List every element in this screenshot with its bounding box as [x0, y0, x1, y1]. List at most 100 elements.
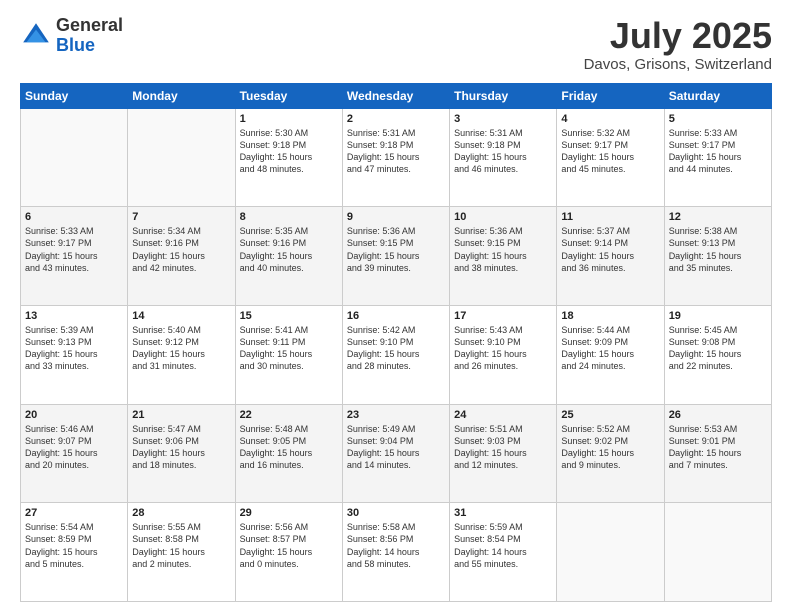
calendar-cell: 1 Sunrise: 5:30 AM Sunset: 9:18 PM Daylig… [235, 108, 342, 207]
logo: General Blue [20, 16, 123, 56]
calendar-cell: 15 Sunrise: 5:41 AM Sunset: 9:11 PM Dayli… [235, 305, 342, 404]
calendar-cell [557, 503, 664, 602]
day-number: 30 [347, 507, 445, 519]
calendar-cell: 2 Sunrise: 5:31 AM Sunset: 9:18 PM Daylig… [342, 108, 449, 207]
day-number: 22 [240, 409, 338, 421]
day-info: Sunrise: 5:44 AM Sunset: 9:09 PM Dayligh… [561, 324, 659, 373]
calendar-cell: 25 Sunrise: 5:52 AM Sunset: 9:02 PM Dayli… [557, 404, 664, 503]
calendar-cell [664, 503, 771, 602]
calendar-cell: 5 Sunrise: 5:33 AM Sunset: 9:17 PM Daylig… [664, 108, 771, 207]
week-row-2: 6 Sunrise: 5:33 AM Sunset: 9:17 PM Daylig… [21, 207, 772, 306]
day-info: Sunrise: 5:36 AM Sunset: 9:15 PM Dayligh… [454, 225, 552, 274]
header-row: SundayMondayTuesdayWednesdayThursdayFrid… [21, 83, 772, 108]
col-header-monday: Monday [128, 83, 235, 108]
col-header-saturday: Saturday [664, 83, 771, 108]
day-number: 31 [454, 507, 552, 519]
day-number: 29 [240, 507, 338, 519]
calendar-cell: 17Sunrise: 5:43 AM Sunset: 9:10 PM Dayli… [450, 305, 557, 404]
day-info: Sunrise: 5:31 AM Sunset: 9:18 PM Dayligh… [347, 127, 445, 176]
day-info: Sunrise: 5:56 AM Sunset: 8:57 PM Dayligh… [240, 521, 338, 570]
logo-general: General [56, 16, 123, 36]
day-number: 9 [347, 211, 445, 223]
day-info: Sunrise: 5:43 AM Sunset: 9:10 PM Dayligh… [454, 324, 552, 373]
day-number: 25 [561, 409, 659, 421]
calendar-cell: 6 Sunrise: 5:33 AM Sunset: 9:17 PM Daylig… [21, 207, 128, 306]
day-info: Sunrise: 5:45 AM Sunset: 9:08 PM Dayligh… [669, 324, 767, 373]
col-header-wednesday: Wednesday [342, 83, 449, 108]
logo-icon [20, 20, 52, 52]
calendar-cell: 8 Sunrise: 5:35 AM Sunset: 9:16 PM Daylig… [235, 207, 342, 306]
calendar-cell: 26Sunrise: 5:53 AM Sunset: 9:01 PM Dayli… [664, 404, 771, 503]
col-header-thursday: Thursday [450, 83, 557, 108]
day-number: 7 [132, 211, 230, 223]
day-info: Sunrise: 5:54 AM Sunset: 8:59 PM Dayligh… [25, 521, 123, 570]
calendar-cell: 20Sunrise: 5:46 AM Sunset: 9:07 PM Dayli… [21, 404, 128, 503]
day-number: 1 [240, 113, 338, 125]
calendar-cell: 4 Sunrise: 5:32 AM Sunset: 9:17 PM Daylig… [557, 108, 664, 207]
day-info: Sunrise: 5:35 AM Sunset: 9:16 PM Dayligh… [240, 225, 338, 274]
logo-blue: Blue [56, 36, 123, 56]
calendar-cell: 3Sunrise: 5:31 AM Sunset: 9:18 PM Daylig… [450, 108, 557, 207]
day-info: Sunrise: 5:40 AM Sunset: 9:12 PM Dayligh… [132, 324, 230, 373]
day-number: 10 [454, 211, 552, 223]
day-number: 8 [240, 211, 338, 223]
day-number: 2 [347, 113, 445, 125]
day-info: Sunrise: 5:41 AM Sunset: 9:11 PM Dayligh… [240, 324, 338, 373]
col-header-sunday: Sunday [21, 83, 128, 108]
day-info: Sunrise: 5:33 AM Sunset: 9:17 PM Dayligh… [669, 127, 767, 176]
day-number: 5 [669, 113, 767, 125]
day-number: 6 [25, 211, 123, 223]
day-info: Sunrise: 5:34 AM Sunset: 9:16 PM Dayligh… [132, 225, 230, 274]
day-number: 27 [25, 507, 123, 519]
day-number: 16 [347, 310, 445, 322]
day-info: Sunrise: 5:51 AM Sunset: 9:03 PM Dayligh… [454, 423, 552, 472]
location: Davos, Grisons, Switzerland [584, 56, 772, 73]
calendar-cell: 10 Sunrise: 5:36 AM Sunset: 9:15 PM Dayli… [450, 207, 557, 306]
day-info: Sunrise: 5:32 AM Sunset: 9:17 PM Dayligh… [561, 127, 659, 176]
month-title: July 2025 [584, 16, 772, 56]
day-info: Sunrise: 5:39 AM Sunset: 9:13 PM Dayligh… [25, 324, 123, 373]
day-number: 21 [132, 409, 230, 421]
calendar-cell [128, 108, 235, 207]
day-info: Sunrise: 5:47 AM Sunset: 9:06 PM Dayligh… [132, 423, 230, 472]
calendar-cell: 11Sunrise: 5:37 AM Sunset: 9:14 PM Dayli… [557, 207, 664, 306]
day-info: Sunrise: 5:53 AM Sunset: 9:01 PM Dayligh… [669, 423, 767, 472]
day-info: Sunrise: 5:55 AM Sunset: 8:58 PM Dayligh… [132, 521, 230, 570]
calendar-cell: 24 Sunrise: 5:51 AM Sunset: 9:03 PM Dayli… [450, 404, 557, 503]
calendar-cell: 21 Sunrise: 5:47 AM Sunset: 9:06 PM Dayli… [128, 404, 235, 503]
title-block: July 2025 Davos, Grisons, Switzerland [584, 16, 772, 73]
day-number: 20 [25, 409, 123, 421]
day-info: Sunrise: 5:37 AM Sunset: 9:14 PM Dayligh… [561, 225, 659, 274]
calendar-cell: 16 Sunrise: 5:42 AM Sunset: 9:10 PM Dayli… [342, 305, 449, 404]
calendar-cell: 19Sunrise: 5:45 AM Sunset: 9:08 PM Dayli… [664, 305, 771, 404]
day-info: Sunrise: 5:42 AM Sunset: 9:10 PM Dayligh… [347, 324, 445, 373]
week-row-3: 13Sunrise: 5:39 AM Sunset: 9:13 PM Dayli… [21, 305, 772, 404]
calendar-cell: 9Sunrise: 5:36 AM Sunset: 9:15 PM Daylig… [342, 207, 449, 306]
header: General Blue July 2025 Davos, Grisons, S… [20, 16, 772, 73]
day-info: Sunrise: 5:33 AM Sunset: 9:17 PM Dayligh… [25, 225, 123, 274]
col-header-friday: Friday [557, 83, 664, 108]
calendar-cell: 22 Sunrise: 5:48 AM Sunset: 9:05 PM Dayli… [235, 404, 342, 503]
logo-text: General Blue [56, 16, 123, 56]
day-number: 24 [454, 409, 552, 421]
calendar-cell: 12 Sunrise: 5:38 AM Sunset: 9:13 PM Dayli… [664, 207, 771, 306]
page: General Blue July 2025 Davos, Grisons, S… [0, 0, 792, 612]
day-info: Sunrise: 5:38 AM Sunset: 9:13 PM Dayligh… [669, 225, 767, 274]
calendar-cell: 7 Sunrise: 5:34 AM Sunset: 9:16 PM Daylig… [128, 207, 235, 306]
day-info: Sunrise: 5:31 AM Sunset: 9:18 PM Dayligh… [454, 127, 552, 176]
calendar-cell [21, 108, 128, 207]
day-info: Sunrise: 5:52 AM Sunset: 9:02 PM Dayligh… [561, 423, 659, 472]
col-header-tuesday: Tuesday [235, 83, 342, 108]
day-info: Sunrise: 5:49 AM Sunset: 9:04 PM Dayligh… [347, 423, 445, 472]
calendar-cell: 18Sunrise: 5:44 AM Sunset: 9:09 PM Dayli… [557, 305, 664, 404]
day-number: 23 [347, 409, 445, 421]
day-info: Sunrise: 5:59 AM Sunset: 8:54 PM Dayligh… [454, 521, 552, 570]
day-number: 15 [240, 310, 338, 322]
calendar-cell: 31 Sunrise: 5:59 AM Sunset: 8:54 PM Dayli… [450, 503, 557, 602]
day-number: 4 [561, 113, 659, 125]
day-number: 28 [132, 507, 230, 519]
day-number: 12 [669, 211, 767, 223]
day-info: Sunrise: 5:30 AM Sunset: 9:18 PM Dayligh… [240, 127, 338, 176]
calendar-cell: 29 Sunrise: 5:56 AM Sunset: 8:57 PM Dayli… [235, 503, 342, 602]
day-info: Sunrise: 5:48 AM Sunset: 9:05 PM Dayligh… [240, 423, 338, 472]
